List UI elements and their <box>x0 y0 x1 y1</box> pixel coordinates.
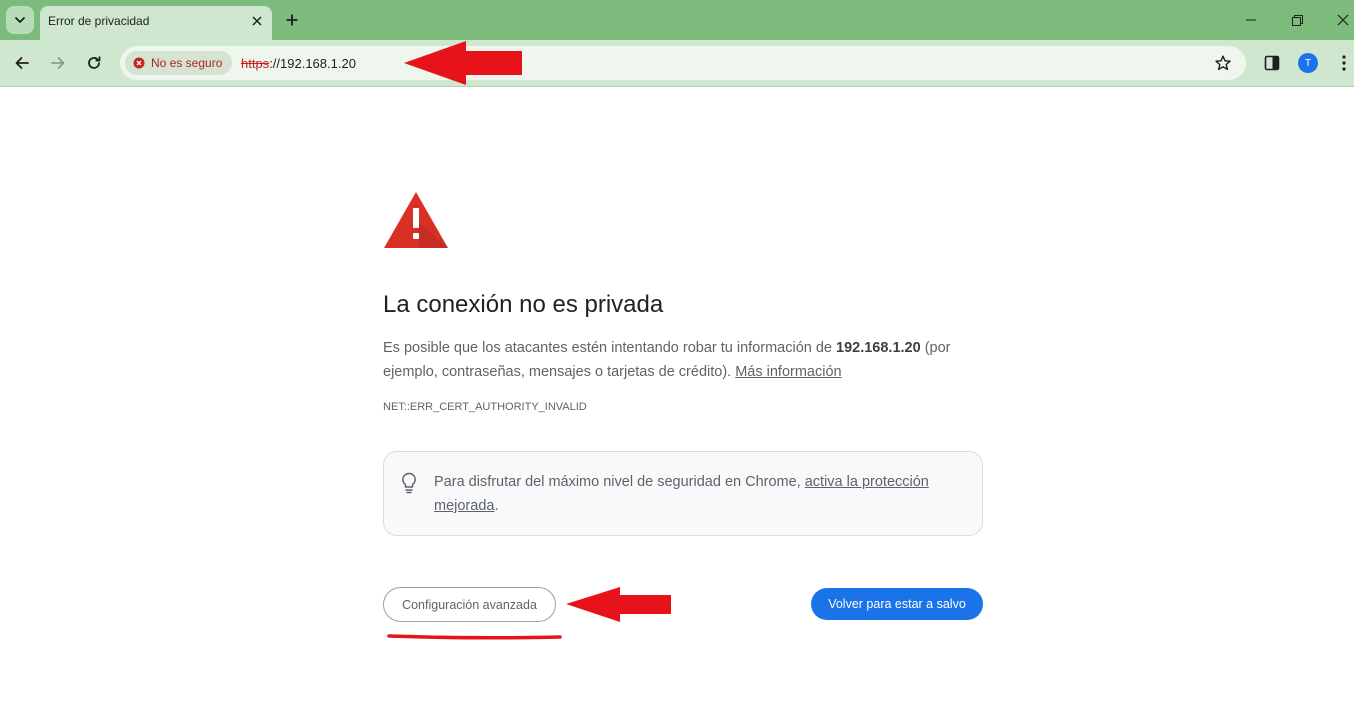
page-title: La conexión no es privada <box>383 291 664 318</box>
reload-icon <box>88 56 101 69</box>
advanced-settings-button[interactable]: Configuración avanzada <box>383 587 556 622</box>
minimize-icon <box>1246 19 1256 21</box>
back-button[interactable] <box>9 50 35 76</box>
security-label: No es seguro <box>151 56 223 70</box>
star-icon <box>1215 55 1231 71</box>
close-icon <box>252 16 262 26</box>
close-window-button[interactable] <box>1329 6 1354 34</box>
browser-toolbar: No es seguro https://192.168.1.20 T <box>0 40 1354 87</box>
tab-close-button[interactable] <box>248 12 266 30</box>
arrow-left-icon <box>15 57 29 69</box>
browser-menu-button[interactable] <box>1334 52 1354 74</box>
forward-button[interactable] <box>45 50 71 76</box>
explanation-prefix: Es posible que los atacantes estén inten… <box>383 340 837 356</box>
tab-search-button[interactable] <box>6 6 34 34</box>
annotation-arrow-url <box>404 41 522 85</box>
promo-prefix: Para disfrutar del máximo nivel de segur… <box>434 474 805 490</box>
lightbulb-icon <box>402 472 416 494</box>
address-bar[interactable]: No es seguro https://192.168.1.20 <box>120 46 1246 80</box>
annotation-underline <box>387 634 562 640</box>
security-chip[interactable]: No es seguro <box>125 51 233 75</box>
plus-icon <box>286 14 298 26</box>
minimize-button[interactable] <box>1237 6 1265 34</box>
warning-triangle-icon <box>384 192 448 248</box>
arrow-right-icon <box>51 57 65 69</box>
host-name: 192.168.1.20 <box>836 340 921 356</box>
side-panel-button[interactable] <box>1262 53 1282 73</box>
back-to-safety-button[interactable]: Volver para estar a salvo <box>811 588 983 620</box>
restore-button[interactable] <box>1283 6 1311 34</box>
annotation-arrow-advanced <box>566 587 671 622</box>
bookmark-button[interactable] <box>1214 54 1232 72</box>
reload-button[interactable] <box>81 50 107 76</box>
url-scheme: https <box>241 56 270 71</box>
restore-icon <box>1291 14 1303 26</box>
promo-text: Para disfrutar del máximo nivel de segur… <box>434 470 964 518</box>
url-text[interactable]: https://192.168.1.20 <box>241 56 356 71</box>
promo-suffix: . <box>494 498 499 514</box>
kebab-menu-icon <box>1342 55 1346 71</box>
close-icon <box>1337 14 1349 26</box>
enhanced-protection-promo: Para disfrutar del máximo nivel de segur… <box>383 451 983 536</box>
active-tab[interactable]: Error de privacidad <box>40 6 272 40</box>
not-secure-icon <box>133 57 145 69</box>
learn-more-link[interactable]: Más información <box>735 364 841 380</box>
profile-avatar[interactable]: T <box>1298 53 1318 73</box>
new-tab-button[interactable] <box>280 8 304 32</box>
error-code[interactable]: NET::ERR_CERT_AUTHORITY_INVALID <box>383 401 587 413</box>
tab-title: Error de privacidad <box>48 14 150 28</box>
chevron-down-icon <box>15 17 25 23</box>
error-explanation: Es posible que los atacantes estén inten… <box>383 336 983 384</box>
side-panel-icon <box>1264 55 1280 71</box>
url-host: ://192.168.1.20 <box>269 56 356 71</box>
tab-strip: Error de privacidad <box>0 0 1354 40</box>
